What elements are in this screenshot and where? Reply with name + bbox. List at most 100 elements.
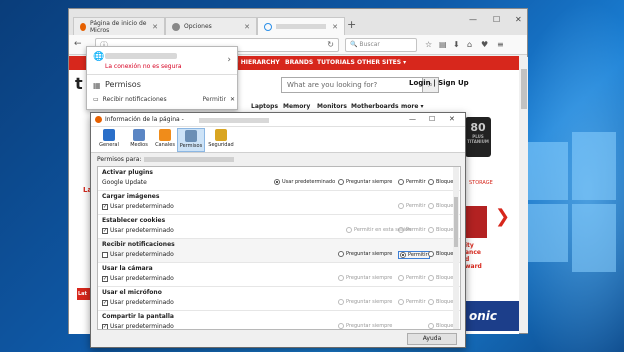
close-tab-icon[interactable]: ✕ [332,23,338,31]
tab-feeds[interactable]: Canales [151,128,179,152]
radio-icon[interactable] [428,323,434,329]
radio-icon[interactable] [428,227,434,233]
permission-radio[interactable]: Usar predeterminado [274,179,335,185]
use-default-row[interactable]: ✓ Usar predeterminado [102,227,174,234]
nav-link[interactable]: BRANDS [285,59,313,66]
reload-icon[interactable]: ↻ [327,40,334,49]
tab-security[interactable]: Seguridad [207,128,235,152]
promo-line: ance [465,249,481,256]
category-link[interactable]: Laptops [251,103,278,110]
radio-icon[interactable] [428,203,434,209]
list-scroll-thumb[interactable] [454,197,458,247]
permission-radio[interactable]: Preguntar siempre [338,251,392,257]
tab-media[interactable]: Medios [125,128,153,152]
radio-icon[interactable] [338,323,344,329]
radio-icon[interactable] [428,251,434,257]
permission-radio[interactable]: Permitir [398,251,430,259]
maximize-icon[interactable]: ☐ [493,15,500,24]
category-link[interactable]: Memory [283,103,310,110]
login-links: Login | Sign Up [409,79,469,87]
back-icon[interactable]: ← [74,39,82,49]
tab-general[interactable]: General [95,128,123,152]
list-scrollbar[interactable] [453,167,459,329]
close-tab-icon[interactable]: ✕ [244,23,250,31]
permission-radio[interactable]: Permitir [398,179,426,185]
signup-link[interactable]: Sign Up [438,79,469,87]
use-default-checkbox[interactable]: ✓ [102,275,108,282]
radio-label: Permitir [406,179,426,185]
radio-icon[interactable] [428,179,434,185]
radio-icon[interactable] [338,179,344,185]
minimize-icon[interactable]: — [469,15,477,24]
radio-icon[interactable] [398,275,404,281]
tab-current[interactable]: ✕ [257,17,345,35]
radio-icon[interactable] [338,251,344,257]
search-bar[interactable]: 🔍 Buscar [345,38,417,52]
login-link[interactable]: Login [409,79,431,87]
permission-radio[interactable]: Permitir [398,275,426,281]
radio-icon[interactable] [398,299,404,305]
ad-80plus-badge[interactable]: 80 PLUS TITANIUM [465,117,491,157]
permission-radio[interactable]: Preguntar siempre [338,323,392,329]
radio-icon[interactable] [338,275,344,281]
chevron-right-icon[interactable]: › [227,55,231,65]
radio-icon[interactable] [428,275,434,281]
windows-logo-pane [528,142,568,200]
close-tab-icon[interactable]: ✕ [152,23,158,31]
use-default-row[interactable]: ✓ Usar predeterminado [102,275,174,282]
radio-label: Usar predeterminado [282,179,336,185]
brand-banner[interactable]: onic [465,301,519,331]
maximize-icon[interactable]: ☐ [429,115,435,123]
ad-image[interactable] [465,206,487,238]
connection-row[interactable]: 🌐 La conexión no es segura › [87,47,237,75]
radio-icon[interactable] [428,299,434,305]
permission-radio[interactable]: Preguntar siempre [338,275,392,281]
page-scroll-thumb[interactable] [521,69,527,109]
menu-icon[interactable]: ≡ [497,40,504,49]
star-icon[interactable]: ☆ [425,40,432,49]
radio-icon[interactable] [338,299,344,305]
use-default-checkbox[interactable]: ✓ [102,323,108,329]
tab-permissions[interactable]: Permisos [177,128,205,152]
permission-radio[interactable]: Permitir [398,299,426,305]
use-default-row[interactable]: ✓ Usar predeterminado [102,299,174,306]
reading-list-icon[interactable]: ▤ [439,40,447,49]
site-logo[interactable]: t [75,74,83,93]
clear-permission-icon[interactable]: ✕ [230,96,235,103]
permission-radio[interactable]: Preguntar siempre [338,179,392,185]
use-default-checkbox[interactable]: ✓ [102,299,108,306]
tab-microsoft[interactable]: Página de inicio de Micros ✕ [73,17,165,35]
permission-radio[interactable]: Permitir en esta sesión [346,227,411,233]
close-window-icon[interactable]: ✕ [515,15,522,24]
windows-logo-pane [528,204,568,262]
close-dialog-icon[interactable]: ✕ [449,115,455,123]
new-tab-icon[interactable]: + [347,18,356,31]
radio-icon[interactable] [274,179,280,185]
use-default-checkbox[interactable]: ✓ [102,203,108,210]
radio-icon[interactable] [400,252,406,258]
use-default-row[interactable]: ✓ Usar predeterminado [102,203,174,210]
use-default-row[interactable]: Google Update [102,179,147,186]
radio-icon[interactable] [398,203,404,209]
minimize-icon[interactable]: — [409,115,416,123]
radio-icon[interactable] [346,227,352,233]
permission-radio[interactable]: Preguntar siempre [338,299,392,305]
home-icon[interactable]: ⌂ [467,40,472,49]
nav-link[interactable]: OTHER SITES ▾ [357,59,406,66]
use-default-row[interactable]: ✓ Usar predeterminado [102,323,174,329]
pocket-icon[interactable]: ♥ [481,40,488,49]
tab-options[interactable]: Opciones ✕ [165,17,257,35]
download-icon[interactable]: ⬇ [453,40,460,49]
use-default-checkbox[interactable] [102,251,108,258]
category-link[interactable]: Motherboards [351,103,399,110]
use-default-checkbox[interactable]: ✓ [102,227,108,234]
use-default-row[interactable]: Usar predeterminado [102,251,174,258]
category-link[interactable]: more ▾ [401,103,424,110]
category-link[interactable]: Monitors [317,103,347,110]
dialog-toolbar: General Medios Canales Permisos Segurida… [91,127,465,153]
radio-icon[interactable] [398,179,404,185]
help-button[interactable]: Ayuda [407,333,457,345]
permission-radio[interactable]: Permitir [398,203,426,209]
carousel-next-icon[interactable]: ❯ [495,206,510,227]
nav-link[interactable]: TUTORIALS [317,59,355,66]
